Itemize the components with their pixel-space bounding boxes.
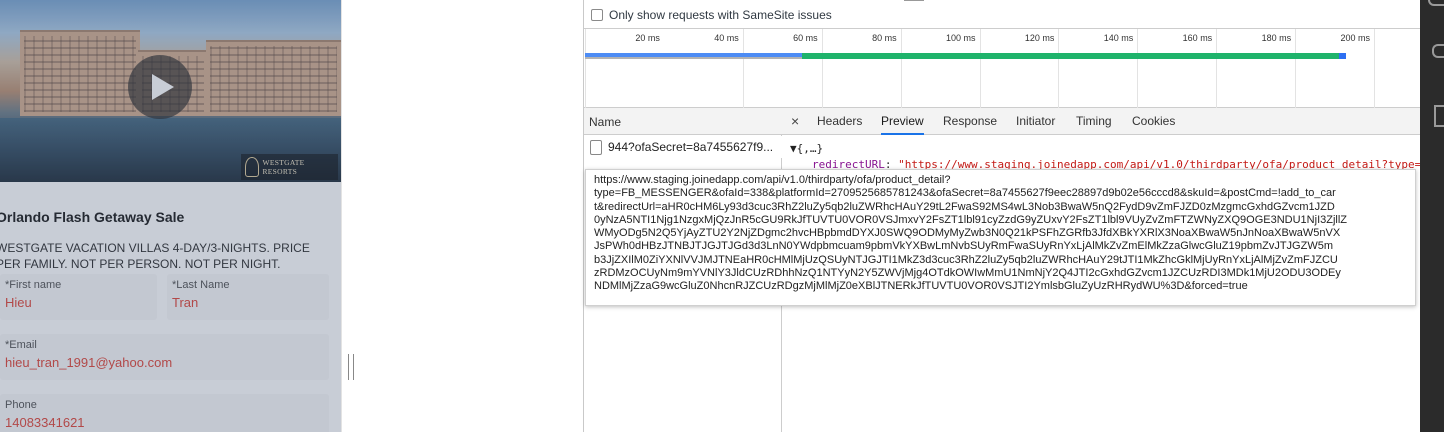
first-name-value: Hieu bbox=[5, 295, 32, 310]
promo-page: WESTGATE RESORTS Orlando Flash Getaway S… bbox=[0, 0, 341, 432]
timeline-gridline bbox=[1137, 29, 1139, 108]
tooltip-line: WMyODg5N2Q5YjAyZTU2Y2NjZDgmc2hvcHBpbmdDY… bbox=[594, 227, 1341, 240]
timeline-tick-label: 140 ms bbox=[1103, 33, 1134, 43]
panel-edge-icon[interactable] bbox=[1428, 0, 1444, 6]
timeline-gridline bbox=[585, 29, 586, 108]
tooltip-line: https://www.staging.joinedapp.com/api/v1… bbox=[594, 174, 951, 186]
tooltip-line: t&redirectUrl=aHR0cHM6Ly93d3cuc3RhZ2luZy… bbox=[594, 200, 1335, 213]
timeline-bar-waiting bbox=[585, 53, 802, 59]
tab-initiator[interactable]: Initiator bbox=[1016, 108, 1055, 135]
timeline-tick-label: 40 ms bbox=[714, 33, 739, 43]
screen: WESTGATE RESORTS Orlando Flash Getaway S… bbox=[0, 0, 1444, 432]
tab-response[interactable]: Response bbox=[943, 108, 997, 135]
tooltip-line: b3JjZXIlM0ZiYXNlVVJMJTNEaHR0cHMlMjUzQSUy… bbox=[594, 253, 1338, 266]
name-column-header[interactable]: Name bbox=[584, 108, 782, 135]
toolbar-edge bbox=[904, 0, 924, 1]
tooltip-line: zRDMzOCUyNm9mYVNlY3JldCUzRDhhNzQ1NTYyN2Y… bbox=[594, 267, 1341, 280]
timeline-gridline bbox=[742, 29, 744, 108]
timeline-gridline bbox=[821, 29, 823, 108]
tooltip-line: type=FB_MESSENGER&ofaId=338&platformId=2… bbox=[594, 187, 1336, 200]
samesite-checkbox[interactable] bbox=[591, 9, 603, 21]
timeline-bar-end bbox=[1339, 53, 1346, 59]
tooltip-line: 0yNzA5NTI1Njg1NzgxMjQzJnR5cGU9RkJfTUVTU0… bbox=[594, 213, 1348, 226]
side-panel-strip bbox=[1420, 0, 1444, 432]
westgate-crest-icon bbox=[245, 157, 259, 177]
play-button[interactable] bbox=[128, 55, 192, 119]
timeline-tick-label: 100 ms bbox=[945, 33, 976, 43]
tab-headers[interactable]: Headers bbox=[817, 108, 862, 135]
tab-cookies[interactable]: Cookies bbox=[1132, 108, 1175, 135]
timeline-tick-label: 20 ms bbox=[635, 33, 660, 43]
promo-title: Orlando Flash Getaway Sale bbox=[0, 209, 185, 225]
timeline-gridline bbox=[900, 29, 902, 108]
email-value: hieu_tran_1991@yahoo.com bbox=[5, 355, 173, 370]
promo-description: WESTGATE VACATION VILLAS 4-DAY/3-NIGHTS.… bbox=[0, 241, 310, 271]
json-root-summary: {,…} bbox=[796, 142, 824, 155]
network-timeline[interactable]: 20 ms 40 ms 60 ms 80 ms 100 ms 120 ms 140 ms 16… bbox=[584, 28, 1421, 108]
samesite-filter[interactable]: Only show requests with SameSite issues bbox=[591, 8, 832, 22]
timeline-tick-label: 120 ms bbox=[1024, 33, 1055, 43]
timeline-bar-download bbox=[802, 53, 1346, 59]
last-name-label: *Last Name bbox=[172, 279, 230, 291]
play-icon bbox=[152, 74, 174, 100]
tooltip-line: JsPWh0dHBzJTNBJTJGJTJGd3d3LnN0YWdpbmcuam… bbox=[594, 240, 1333, 253]
request-row[interactable]: 944?ofaSecret=8a7455627f9... bbox=[584, 136, 782, 158]
request-name: 944?ofaSecret=8a7455627f9... bbox=[608, 140, 774, 154]
timeline-gridline bbox=[1295, 29, 1297, 108]
expand-triangle-icon[interactable]: ▼ bbox=[790, 142, 797, 155]
phone-value: 14083341621 bbox=[5, 415, 85, 430]
document-icon bbox=[590, 139, 602, 155]
hero-video-thumbnail[interactable]: WESTGATE RESORTS bbox=[0, 0, 341, 182]
timeline-tick-label: 80 ms bbox=[872, 33, 897, 43]
settings-icon[interactable] bbox=[1432, 44, 1444, 58]
close-icon[interactable]: × bbox=[791, 113, 799, 129]
logo-text: WESTGATE RESORTS bbox=[262, 158, 305, 176]
first-name-label: *First name bbox=[5, 279, 62, 291]
timeline-gridline bbox=[979, 29, 981, 108]
tab-timing[interactable]: Timing bbox=[1076, 108, 1112, 135]
json-preview: ▼{,…} redirectURL: "https://www.staging.… bbox=[790, 142, 1421, 171]
first-name-field[interactable]: *First name Hieu bbox=[0, 274, 157, 320]
timeline-tick-label: 180 ms bbox=[1261, 33, 1292, 43]
timeline-tick-label: 60 ms bbox=[793, 33, 818, 43]
tooltip-line: NDMlMjZzaG9wcGluZ0NhcnRJZCUzRDgzMjMlMjZ0… bbox=[594, 280, 1248, 293]
detail-tabs: × Headers Preview Response Initiator Tim… bbox=[782, 108, 1421, 135]
westgate-logo: WESTGATE RESORTS bbox=[241, 154, 338, 180]
timeline-gridline bbox=[1374, 29, 1375, 108]
tab-preview[interactable]: Preview bbox=[881, 108, 924, 135]
lead-form: Orlando Flash Getaway Sale WESTGATE VACA… bbox=[0, 182, 341, 432]
phone-field[interactable]: Phone 14083341621 bbox=[0, 394, 329, 432]
email-label: *Email bbox=[5, 339, 37, 351]
samesite-label: Only show requests with SameSite issues bbox=[609, 8, 832, 22]
last-name-value: Tran bbox=[172, 295, 199, 310]
timeline-gridline bbox=[1058, 29, 1060, 108]
timeline-tick-label: 200 ms bbox=[1340, 33, 1370, 43]
json-root[interactable]: ▼{,…} bbox=[790, 142, 1421, 155]
dock-icon[interactable] bbox=[1434, 105, 1444, 127]
url-tooltip: https://www.staging.joinedapp.com/api/v1… bbox=[585, 169, 1416, 306]
email-field[interactable]: *Email hieu_tran_1991@yahoo.com bbox=[0, 334, 329, 380]
building-right bbox=[206, 40, 341, 116]
page-gutter bbox=[341, 0, 583, 432]
timeline-tick-label: 160 ms bbox=[1182, 33, 1213, 43]
timeline-gridline bbox=[1216, 29, 1218, 108]
last-name-field[interactable]: *Last Name Tran bbox=[167, 274, 329, 320]
building-left bbox=[20, 30, 140, 116]
phone-label: Phone bbox=[5, 399, 37, 411]
panel-resize-handle[interactable] bbox=[348, 354, 354, 380]
